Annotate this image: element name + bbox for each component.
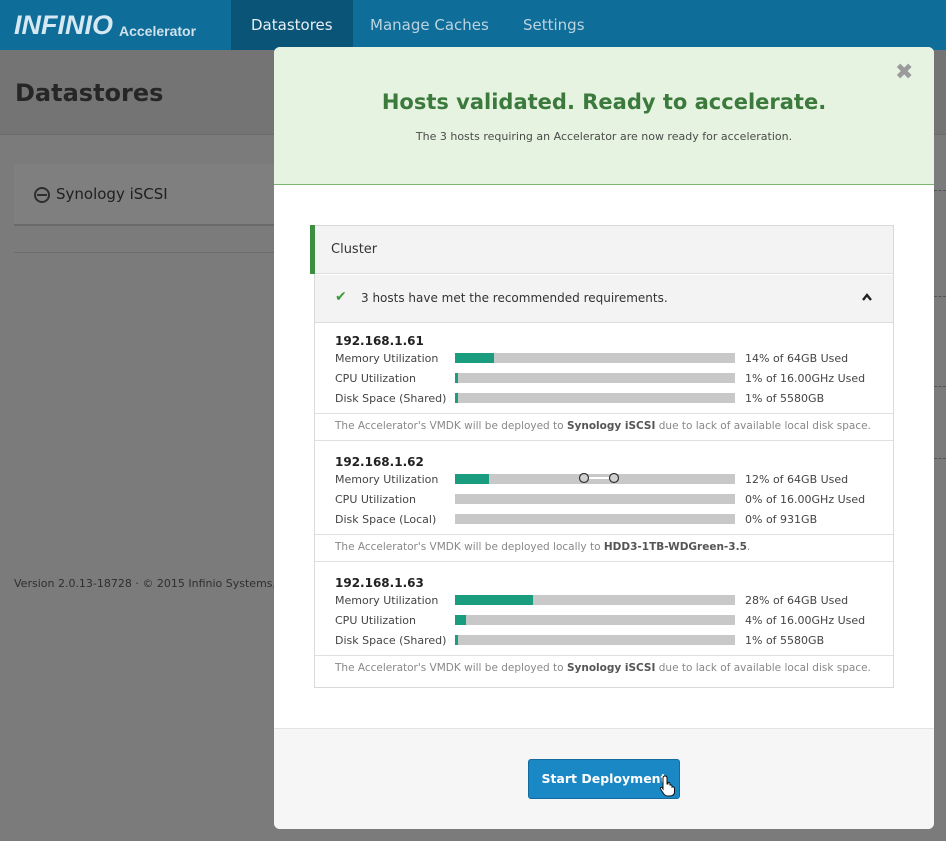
bar-fill <box>455 595 534 605</box>
background-dash <box>934 458 946 459</box>
divider <box>315 534 893 535</box>
start-deployment-button[interactable]: Start Deployment <box>528 759 680 799</box>
metric-value: 14% of 64GB Used <box>745 352 849 365</box>
cpu-bar <box>455 373 735 383</box>
logo-subtitle: Accelerator <box>119 23 197 39</box>
checkmark-icon: ✔ <box>335 289 347 305</box>
metric-value: 1% of 5580GB <box>745 392 825 405</box>
chevron-up-icon[interactable] <box>862 292 872 302</box>
cluster-title: Cluster <box>331 242 378 257</box>
metric-value: 1% of 16.00GHz Used <box>745 372 866 385</box>
metric-value: 4% of 16.00GHz Used <box>745 614 866 627</box>
metric-label: Disk Space (Local) <box>335 513 437 526</box>
metric-label: Disk Space (Shared) <box>335 634 447 647</box>
requirements-text: 3 hosts have met the recommended require… <box>361 291 668 305</box>
close-icon[interactable]: ✖ <box>895 60 913 85</box>
datastore-label: Synology iSCSI <box>56 185 168 203</box>
host-ip: 192.168.1.63 <box>335 576 424 590</box>
page-title: Datastores <box>15 79 164 107</box>
metric-label: CPU Utilization <box>335 614 416 627</box>
top-nav-bar: INFINIO Accelerator Datastores Manage Ca… <box>0 0 946 50</box>
metric-value: 0% of 16.00GHz Used <box>745 493 866 506</box>
bar-fill <box>455 474 489 484</box>
metric-value: 1% of 5580GB <box>745 634 825 647</box>
divider <box>315 655 893 656</box>
modal-header: ✖ Hosts validated. Ready to accelerate. … <box>274 47 934 185</box>
disk-bar <box>455 393 735 403</box>
datastore-card[interactable]: Synology iSCSI <box>14 164 294 226</box>
bar-fill <box>455 353 495 363</box>
divider <box>14 252 294 253</box>
metric-label: Disk Space (Shared) <box>335 392 447 405</box>
background-dash <box>934 386 946 387</box>
host-ip: 192.168.1.62 <box>335 455 424 469</box>
memory-bar <box>455 353 735 363</box>
cluster-accent-bar <box>310 225 315 274</box>
nav-tab-manage-caches[interactable]: Manage Caches <box>350 0 509 50</box>
metric-value: 0% of 931GB <box>745 513 818 526</box>
hand-cursor-icon <box>659 775 675 797</box>
host-note: The Accelerator's VMDK will be deployed … <box>335 541 751 553</box>
metric-value: 12% of 64GB Used <box>745 473 849 486</box>
metric-label: CPU Utilization <box>335 372 416 385</box>
metric-label: Memory Utilization <box>335 594 439 607</box>
background-dash <box>934 190 946 191</box>
cpu-bar <box>455 494 735 504</box>
bar-fill <box>455 635 459 645</box>
minus-circle-icon <box>34 187 50 203</box>
metric-value: 28% of 64GB Used <box>745 594 849 607</box>
metric-label: Memory Utilization <box>335 352 439 365</box>
host-ip: 192.168.1.61 <box>335 334 424 348</box>
deployment-modal: ✖ Hosts validated. Ready to accelerate. … <box>274 47 934 829</box>
bar-fill <box>455 393 459 403</box>
divider <box>315 561 893 562</box>
host-note: The Accelerator's VMDK will be deployed … <box>335 420 871 432</box>
host-note: The Accelerator's VMDK will be deployed … <box>335 662 871 674</box>
memory-bar <box>455 595 735 605</box>
background-dash <box>934 296 946 297</box>
disk-bar <box>455 635 735 645</box>
cluster-header: Cluster <box>310 225 893 274</box>
disk-bar <box>455 514 735 524</box>
bar-fill <box>455 615 467 625</box>
cpu-bar <box>455 615 735 625</box>
version-footer: Version 2.0.13-18728 · © 2015 Infinio Sy… <box>14 577 300 590</box>
metric-label: Memory Utilization <box>335 473 439 486</box>
infinio-logo: INFINIO <box>14 10 113 40</box>
bar-fill <box>455 373 459 383</box>
divider <box>315 440 893 441</box>
metric-label: CPU Utilization <box>335 493 416 506</box>
nav-tab-datastores[interactable]: Datastores <box>231 0 353 50</box>
modal-subtitle: The 3 hosts requiring an Accelerator are… <box>415 130 793 143</box>
requirements-row[interactable]: ✔ 3 hosts have met the recommended requi… <box>315 275 893 323</box>
divider <box>315 413 893 414</box>
drag-handle-icon[interactable] <box>579 473 619 485</box>
modal-title: Hosts validated. Ready to accelerate. <box>381 90 827 114</box>
cluster-panel: Cluster ✔ 3 hosts have met the recommend… <box>310 225 894 688</box>
nav-tab-settings[interactable]: Settings <box>503 0 605 50</box>
